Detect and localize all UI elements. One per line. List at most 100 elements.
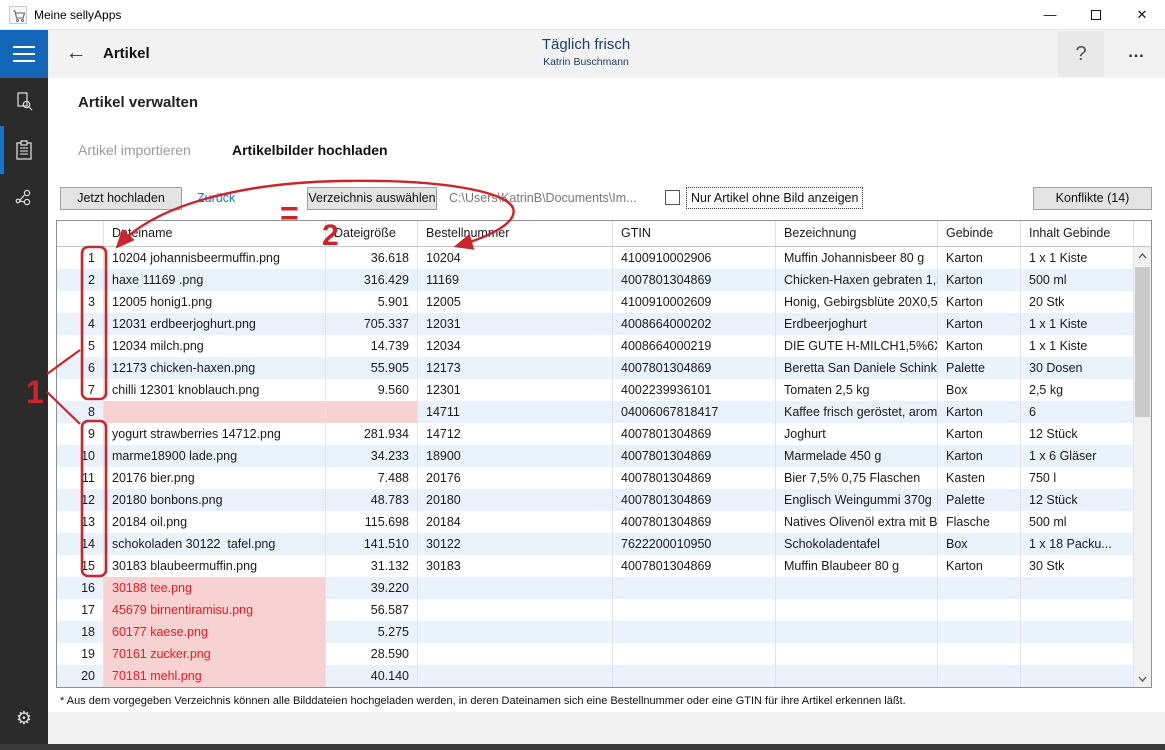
cell-content[interactable]: 500 ml bbox=[1021, 269, 1134, 291]
filter-checkbox[interactable] bbox=[665, 190, 680, 205]
cell-row-number[interactable]: 3 bbox=[57, 291, 104, 313]
cell-name[interactable]: Muffin Blaubeer 80 g bbox=[776, 555, 938, 577]
cell-content[interactable]: 500 ml bbox=[1021, 511, 1134, 533]
cell-pack[interactable]: Palette bbox=[938, 357, 1021, 379]
cell-pack[interactable]: Box bbox=[938, 533, 1021, 555]
cell-file[interactable] bbox=[104, 401, 326, 423]
table-row[interactable]: 81471104006067818417Kaffee frisch geröst… bbox=[57, 401, 1151, 423]
cell-order[interactable]: 30183 bbox=[418, 555, 613, 577]
cell-size[interactable]: 5.901 bbox=[326, 291, 418, 313]
cell-order[interactable]: 12173 bbox=[418, 357, 613, 379]
cell-gtin[interactable]: 4007801304869 bbox=[613, 555, 776, 577]
cell-file[interactable]: haxe 11169 .png bbox=[104, 269, 326, 291]
cell-file[interactable]: 60177 kaese.png bbox=[104, 621, 326, 643]
cell-order[interactable] bbox=[418, 621, 613, 643]
cell-gtin[interactable]: 4007801304869 bbox=[613, 357, 776, 379]
cell-content[interactable]: 6 bbox=[1021, 401, 1134, 423]
table-row[interactable]: 1220180 bonbons.png48.783201804007801304… bbox=[57, 489, 1151, 511]
cell-content[interactable]: 1 x 1 Kiste bbox=[1021, 247, 1134, 269]
cell-file[interactable]: schokoladen 30122 tafel.png bbox=[104, 533, 326, 555]
cell-size[interactable]: 31.132 bbox=[326, 555, 418, 577]
cell-file[interactable]: 30188 tee.png bbox=[104, 577, 326, 599]
cell-content[interactable]: 30 Stk bbox=[1021, 555, 1134, 577]
more-options-button[interactable]: … bbox=[1112, 31, 1160, 77]
cell-file[interactable]: 20176 bier.png bbox=[104, 467, 326, 489]
cell-size[interactable]: 56.587 bbox=[326, 599, 418, 621]
cell-order[interactable]: 10204 bbox=[418, 247, 613, 269]
cell-content[interactable]: 750 l bbox=[1021, 467, 1134, 489]
scroll-down-icon[interactable] bbox=[1134, 670, 1151, 687]
cell-name[interactable]: Kaffee frisch geröstet, aroma... bbox=[776, 401, 938, 423]
cell-row-number[interactable]: 16 bbox=[57, 577, 104, 599]
table-row[interactable]: 612173 chicken-haxen.png55.9051217340078… bbox=[57, 357, 1151, 379]
scroll-up-icon[interactable] bbox=[1134, 247, 1151, 264]
cell-row-number[interactable]: 4 bbox=[57, 313, 104, 335]
cell-row-number[interactable]: 10 bbox=[57, 445, 104, 467]
cell-name[interactable]: Englisch Weingummi 370g bbox=[776, 489, 938, 511]
cell-pack[interactable] bbox=[938, 621, 1021, 643]
cell-size[interactable]: 281.934 bbox=[326, 423, 418, 445]
cell-size[interactable]: 9.560 bbox=[326, 379, 418, 401]
cell-pack[interactable] bbox=[938, 599, 1021, 621]
cell-size[interactable]: 316.429 bbox=[326, 269, 418, 291]
cell-gtin[interactable]: 7622200010950 bbox=[613, 533, 776, 555]
filter-checkbox-label[interactable]: Nur Artikel ohne Bild anzeigen bbox=[686, 187, 863, 209]
cell-gtin[interactable]: 4007801304869 bbox=[613, 511, 776, 533]
cell-file[interactable]: yogurt strawberries 14712.png bbox=[104, 423, 326, 445]
cell-content[interactable]: 1 x 18 Packu... bbox=[1021, 533, 1134, 555]
cell-size[interactable]: 55.905 bbox=[326, 357, 418, 379]
sidebar-item-share[interactable] bbox=[0, 174, 48, 222]
table-row[interactable]: 1530183 blaubeermuffin.png31.13230183400… bbox=[57, 555, 1151, 577]
cell-content[interactable] bbox=[1021, 577, 1134, 599]
sidebar-item-settings[interactable]: ⚙ bbox=[0, 694, 48, 742]
cell-gtin[interactable] bbox=[613, 621, 776, 643]
column-header-size[interactable]: Dateigröße bbox=[326, 221, 418, 246]
help-button[interactable]: ? bbox=[1058, 31, 1104, 77]
cell-row-number[interactable]: 18 bbox=[57, 621, 104, 643]
cell-gtin[interactable] bbox=[613, 599, 776, 621]
cell-file[interactable]: 12173 chicken-haxen.png bbox=[104, 357, 326, 379]
cell-name[interactable]: Muffin Johannisbeer 80 g bbox=[776, 247, 938, 269]
cell-file[interactable]: 30183 blaubeermuffin.png bbox=[104, 555, 326, 577]
cell-order[interactable]: 20184 bbox=[418, 511, 613, 533]
cell-row-number[interactable]: 1 bbox=[57, 247, 104, 269]
cell-row-number[interactable]: 17 bbox=[57, 599, 104, 621]
table-row[interactable]: 1120176 bier.png7.488201764007801304869B… bbox=[57, 467, 1151, 489]
vertical-scrollbar[interactable] bbox=[1134, 247, 1151, 687]
cell-pack[interactable] bbox=[938, 643, 1021, 665]
table-row[interactable]: 10marme18900 lade.png34.2331890040078013… bbox=[57, 445, 1151, 467]
maximize-button[interactable] bbox=[1073, 0, 1119, 30]
cell-pack[interactable]: Karton bbox=[938, 423, 1021, 445]
cell-pack[interactable]: Karton bbox=[938, 291, 1021, 313]
cell-content[interactable]: 2,5 kg bbox=[1021, 379, 1134, 401]
cell-gtin[interactable]: 4008664000202 bbox=[613, 313, 776, 335]
cell-file[interactable]: 70161 zucker.png bbox=[104, 643, 326, 665]
table-row[interactable]: 412031 erdbeerjoghurt.png705.33712031400… bbox=[57, 313, 1151, 335]
cell-gtin[interactable]: 4007801304869 bbox=[613, 269, 776, 291]
cell-order[interactable]: 12034 bbox=[418, 335, 613, 357]
cell-size[interactable]: 141.510 bbox=[326, 533, 418, 555]
cell-size[interactable]: 48.783 bbox=[326, 489, 418, 511]
table-row[interactable]: 1970161 zucker.png28.590 bbox=[57, 643, 1151, 665]
cell-file[interactable]: 20184 oil.png bbox=[104, 511, 326, 533]
cell-name[interactable]: Natives Olivenöl extra mit Ba... bbox=[776, 511, 938, 533]
cell-name[interactable] bbox=[776, 621, 938, 643]
table-row[interactable]: 110204 johannisbeermuffin.png36.61810204… bbox=[57, 247, 1151, 269]
cell-content[interactable]: 1 x 1 Kiste bbox=[1021, 313, 1134, 335]
cell-name[interactable] bbox=[776, 643, 938, 665]
cell-pack[interactable]: Box bbox=[938, 379, 1021, 401]
cell-gtin[interactable]: 4002239936101 bbox=[613, 379, 776, 401]
cell-row-number[interactable]: 12 bbox=[57, 489, 104, 511]
cell-gtin[interactable]: 4100910002609 bbox=[613, 291, 776, 313]
column-header-gtin[interactable]: GTIN bbox=[613, 221, 776, 246]
cell-content[interactable] bbox=[1021, 621, 1134, 643]
column-header-order[interactable]: Bestellnummer bbox=[418, 221, 613, 246]
cell-file[interactable]: chilli 12301 knoblauch.png bbox=[104, 379, 326, 401]
cell-pack[interactable]: Flasche bbox=[938, 511, 1021, 533]
upload-now-button[interactable]: Jetzt hochladen bbox=[60, 187, 182, 210]
cell-gtin[interactable]: 4007801304869 bbox=[613, 445, 776, 467]
cell-gtin[interactable] bbox=[613, 577, 776, 599]
cell-order[interactable]: 20176 bbox=[418, 467, 613, 489]
cell-name[interactable]: Schokoladentafel bbox=[776, 533, 938, 555]
table-row[interactable]: 1860177 kaese.png5.275 bbox=[57, 621, 1151, 643]
